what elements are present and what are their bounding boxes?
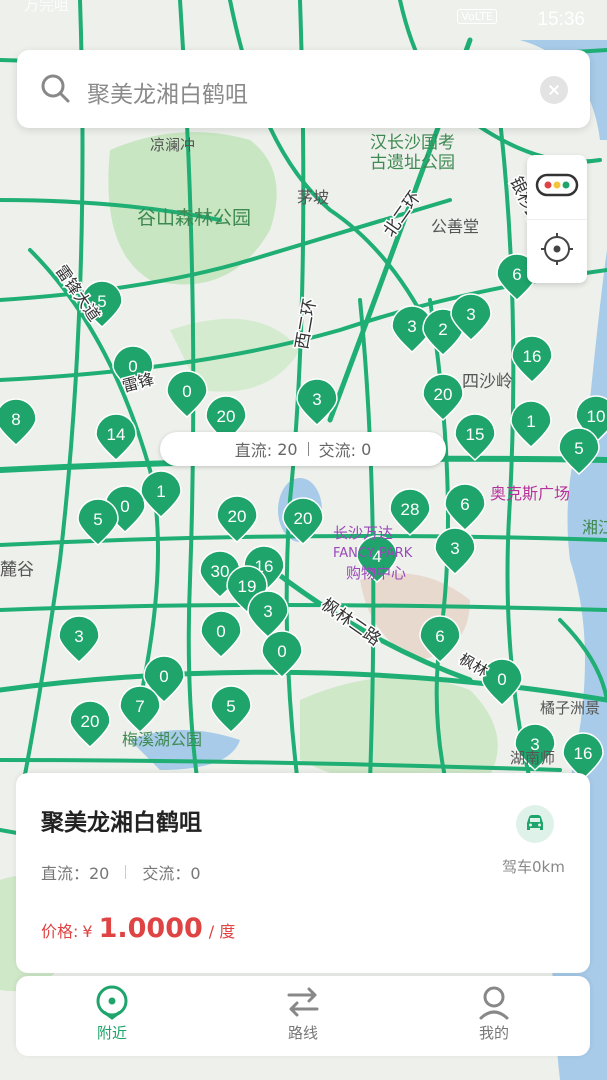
place-label: 茅坡 bbox=[297, 188, 329, 207]
place-label: 四沙岭 bbox=[462, 372, 513, 392]
price-value: 1.0000 bbox=[98, 913, 203, 944]
station-name: 聚美龙湘白鹤咀 bbox=[41, 810, 202, 836]
pin-count: 30 bbox=[211, 562, 230, 581]
pin-count: 0 bbox=[120, 497, 129, 516]
price-row: 价格: ¥ 1.0000 / 度 bbox=[41, 913, 235, 944]
pin-count: 10 bbox=[587, 407, 606, 426]
locate-button[interactable] bbox=[527, 219, 587, 283]
nav-label: 路线 bbox=[287, 1024, 318, 1042]
bottom-nav: 附近 路线 我的 bbox=[16, 976, 590, 1056]
price-label: 价格: bbox=[41, 922, 79, 941]
price-unit: / 度 bbox=[208, 922, 236, 941]
tooltip-ac-label: 交流: bbox=[318, 441, 356, 460]
pin-count: 7 bbox=[135, 697, 144, 716]
dc-count: 直流：20 bbox=[41, 864, 110, 883]
tooltip-ac-value: 0 bbox=[361, 439, 372, 459]
station-card[interactable]: 聚美龙湘白鹤咀 直流：20 交流：0 价格: ¥ 1.0000 / 度 驾车0k… bbox=[16, 773, 590, 973]
pin-count: 2 bbox=[438, 320, 447, 339]
locate-icon bbox=[540, 232, 574, 270]
place-label: 公善堂 bbox=[431, 217, 479, 236]
pin-count: 20 bbox=[434, 385, 453, 404]
pin-count: 19 bbox=[238, 577, 257, 596]
pin-count: 6 bbox=[435, 627, 444, 646]
pin-count: 6 bbox=[512, 265, 521, 284]
place-label: 汉长沙国考 bbox=[370, 133, 455, 153]
pin-count: 3 bbox=[312, 390, 321, 409]
station-charger-info: 直流：20 交流：0 bbox=[41, 860, 201, 884]
pin-count: 1 bbox=[156, 482, 165, 501]
pin-count: 0 bbox=[497, 670, 506, 689]
place-label: 奥克斯广场 bbox=[490, 484, 570, 503]
place-label: 凉澜冲 bbox=[150, 136, 195, 154]
tooltip-dc-label: 直流: bbox=[234, 441, 273, 460]
place-label: FANCY PARK bbox=[333, 546, 413, 561]
pin-count: 0 bbox=[159, 667, 168, 686]
pin-count: 3 bbox=[407, 317, 416, 336]
nav-label: 附近 bbox=[96, 1024, 127, 1042]
nav-label: 我的 bbox=[478, 1024, 509, 1042]
pin-count: 5 bbox=[226, 697, 235, 716]
traffic-toggle-button[interactable] bbox=[527, 155, 587, 220]
place-label: 长沙万达 bbox=[333, 524, 393, 542]
network-indicator: VoLTE bbox=[457, 9, 497, 24]
pin-count: 20 bbox=[294, 509, 313, 528]
pin-count: 6 bbox=[460, 495, 469, 514]
route-icon bbox=[243, 984, 363, 1022]
pin-count: 0 bbox=[216, 622, 225, 641]
place-label: 谷山森林公园 bbox=[137, 207, 251, 229]
traffic-icon bbox=[535, 173, 579, 201]
place-label: 麓谷 bbox=[0, 560, 34, 580]
status-left-text: 万完咀 bbox=[24, 0, 70, 14]
divider bbox=[307, 442, 309, 456]
station-tooltip[interactable]: 直流: 20 交流: 0 bbox=[160, 432, 446, 466]
status-bar: 万完咀 VoLTE 15:36 bbox=[0, 0, 607, 40]
ac-count: 交流：0 bbox=[142, 864, 201, 883]
pin-count: 5 bbox=[574, 439, 583, 458]
clear-search-button[interactable] bbox=[540, 76, 568, 104]
search-input[interactable]: 聚美龙湘白鹤咀 bbox=[87, 75, 248, 109]
status-time: 15:36 bbox=[537, 9, 585, 30]
pin-count: 0 bbox=[277, 642, 286, 661]
nav-mine[interactable]: 我的 bbox=[434, 984, 554, 1050]
user-icon bbox=[434, 984, 554, 1022]
nav-route[interactable]: 路线 bbox=[243, 984, 363, 1050]
pin-count: 5 bbox=[93, 510, 102, 529]
pin-count: 20 bbox=[217, 407, 236, 426]
pin-count: 0 bbox=[182, 382, 191, 401]
search-icon bbox=[39, 72, 73, 110]
pin-count: 8 bbox=[11, 410, 20, 429]
drive-distance: 驾车0km bbox=[502, 858, 565, 876]
place-label: 梅溪湖公园 bbox=[122, 730, 202, 749]
nav-nearby[interactable]: 附近 bbox=[52, 984, 172, 1050]
place-label: 湖南师 bbox=[510, 749, 555, 767]
pin-count: 3 bbox=[74, 627, 83, 646]
map-tools-panel bbox=[527, 155, 587, 283]
tooltip-dc-value: 20 bbox=[277, 439, 298, 459]
pin-count: 15 bbox=[466, 425, 485, 444]
price-currency: ¥ bbox=[82, 922, 93, 941]
pin-count: 16 bbox=[523, 347, 542, 366]
pin-count: 3 bbox=[450, 539, 459, 558]
place-label: 橘子洲景 bbox=[540, 699, 600, 717]
pin-count: 20 bbox=[228, 507, 247, 526]
location-pin-icon bbox=[52, 984, 172, 1022]
car-icon[interactable] bbox=[516, 805, 554, 843]
pin-count: 16 bbox=[574, 744, 593, 763]
divider bbox=[125, 865, 127, 879]
pin-count: 20 bbox=[81, 712, 100, 731]
pin-count: 3 bbox=[263, 602, 272, 621]
pin-count: 14 bbox=[107, 425, 126, 444]
place-label: 购物中心 bbox=[346, 564, 406, 582]
pin-count: 3 bbox=[466, 305, 475, 324]
pin-count: 1 bbox=[526, 412, 535, 431]
search-bar[interactable]: 聚美龙湘白鹤咀 bbox=[17, 50, 590, 128]
place-label: 古遗址公园 bbox=[370, 153, 455, 173]
place-label: 湘江 bbox=[582, 518, 607, 537]
pin-count: 28 bbox=[401, 500, 420, 519]
